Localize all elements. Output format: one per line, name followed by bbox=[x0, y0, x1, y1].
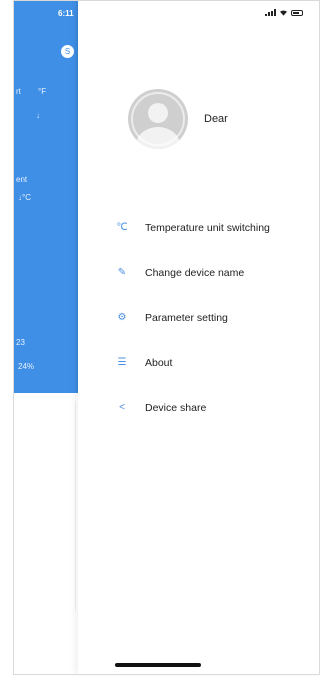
background-avatar-icon[interactable]: S bbox=[61, 45, 74, 58]
edit-icon: ✎ bbox=[117, 267, 127, 278]
gear-icon: ⚙ bbox=[117, 312, 127, 323]
background-text: ent bbox=[16, 175, 28, 184]
background-text: ↓ bbox=[36, 111, 40, 120]
background-text: 24% bbox=[18, 362, 35, 371]
avatar[interactable] bbox=[128, 89, 188, 149]
menu-item-label: Parameter setting bbox=[145, 311, 228, 324]
temperature-switch-icon: ℃ bbox=[116, 222, 128, 233]
menu-item-temperature-unit[interactable]: ℃ Temperature unit switching bbox=[114, 205, 319, 250]
menu-item-parameter-setting[interactable]: ⚙ Parameter setting bbox=[114, 295, 319, 340]
avatar-ring bbox=[131, 92, 185, 146]
background-app[interactable]: 6:11 S rt °F ↓ ent ↓°C 23 24% bbox=[14, 1, 78, 674]
background-text: rt bbox=[16, 87, 21, 96]
background-text: 23 bbox=[16, 338, 25, 347]
status-time: 6:11 bbox=[58, 9, 74, 18]
menu-item-change-device-name[interactable]: ✎ Change device name bbox=[114, 250, 319, 295]
phone-screen: 6:11 S rt °F ↓ ent ↓°C 23 24% Dear ℃ Tem… bbox=[0, 0, 322, 677]
menu-item-label: Device share bbox=[145, 401, 207, 414]
menu-item-label: About bbox=[145, 356, 173, 369]
menu-item-label: Change device name bbox=[145, 266, 245, 279]
home-indicator[interactable] bbox=[115, 663, 201, 667]
wifi-icon bbox=[280, 10, 287, 16]
user-name: Dear bbox=[204, 113, 228, 125]
cellular-signal-icon bbox=[265, 9, 276, 16]
status-bar-icons bbox=[265, 9, 303, 16]
menu-item-about[interactable]: ☰ About bbox=[114, 340, 319, 385]
user-profile[interactable]: Dear bbox=[128, 89, 228, 149]
background-text: ↓°C bbox=[18, 193, 31, 202]
background-text: °F bbox=[38, 87, 47, 96]
side-drawer: Dear ℃ Temperature unit switching ✎ Chan… bbox=[78, 1, 319, 674]
drawer-menu: ℃ Temperature unit switching ✎ Change de… bbox=[114, 205, 319, 430]
menu-item-device-share[interactable]: < Device share bbox=[114, 385, 319, 430]
battery-icon bbox=[291, 10, 303, 16]
share-icon: < bbox=[119, 402, 125, 413]
menu-item-label: Temperature unit switching bbox=[145, 221, 270, 234]
background-divider bbox=[75, 401, 76, 611]
info-icon: ☰ bbox=[117, 357, 127, 368]
